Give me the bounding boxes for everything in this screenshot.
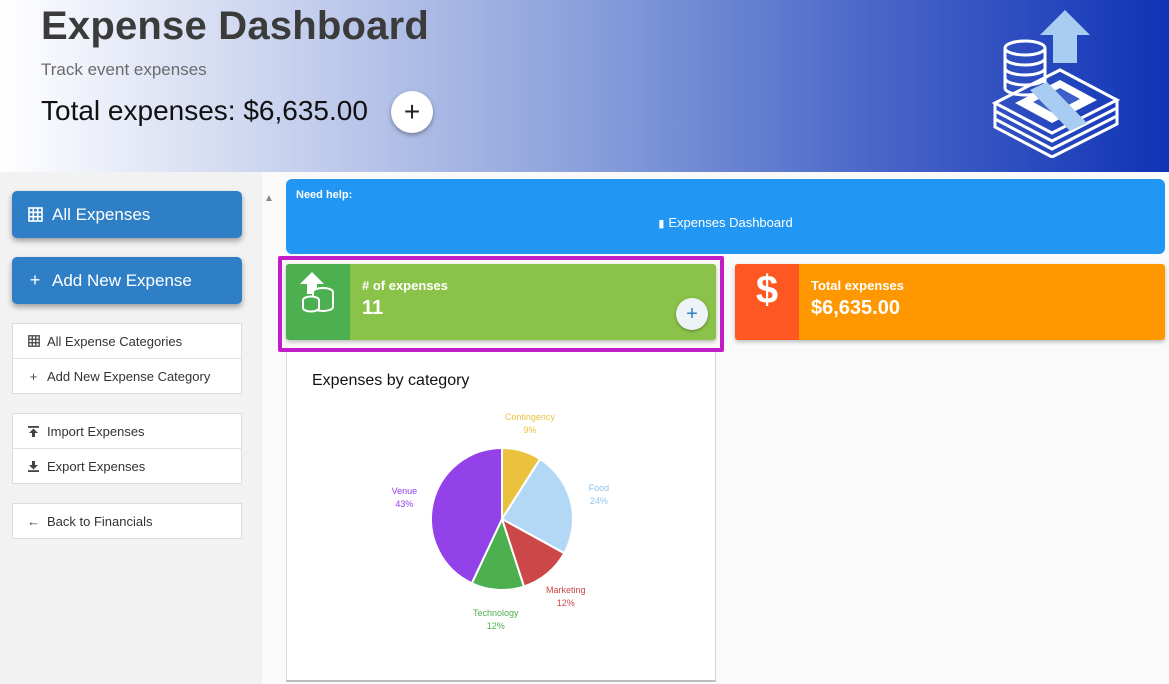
download-icon: [27, 460, 40, 472]
sidebar-item-export-expenses[interactable]: Export Expenses: [13, 449, 241, 483]
pie-label-technology: Technology: [473, 608, 519, 618]
total-expenses-card: $ Total expenses $6,635.00: [735, 264, 1165, 340]
pie-label-food: Food: [589, 483, 610, 493]
arrow-left-icon: ←: [27, 513, 40, 529]
add-new-expense-button[interactable]: + Add New Expense: [12, 257, 242, 304]
header-banner: Expense Dashboard Track event expenses T…: [0, 0, 1169, 172]
chart-title: Expenses by category: [312, 372, 470, 389]
book-icon: ▮: [658, 218, 665, 230]
pie-percent-technology: 12%: [487, 621, 505, 631]
pie-percent-contingency: 9%: [523, 425, 536, 435]
sidebar-item-back-to-financials[interactable]: ← Back to Financials: [13, 504, 241, 538]
grid-icon: [27, 335, 40, 347]
expenses-by-category-panel: Contingency 9% Food 24% Marketing 12% Technolo…: [286, 352, 716, 682]
header-add-expense-button[interactable]: +: [391, 91, 433, 133]
sidebar-item-all-expense-categories[interactable]: All Expense Categories: [13, 324, 241, 359]
help-banner: Need help: ▮ Expenses Dashboard: [286, 179, 1165, 254]
plus-icon: +: [29, 270, 41, 290]
pie-percent-marketing: 12%: [557, 598, 575, 608]
sidebar-item-label: Import Expenses: [47, 423, 145, 439]
pie-label-venue: Venue: [392, 486, 418, 496]
money-stack-upload-icon: [991, 10, 1121, 158]
add-new-expense-label: Add New Expense: [52, 270, 192, 290]
plus-icon: +: [403, 96, 421, 127]
help-dashboard-link[interactable]: ▮ Expenses Dashboard: [286, 215, 1165, 230]
pie-percent-food: 24%: [590, 496, 608, 506]
scroll-up-arrow[interactable]: ▲: [263, 194, 275, 204]
import-export-menu: Import Expenses Export Expenses: [12, 413, 242, 484]
highlight-frame: [278, 256, 724, 352]
total-expenses-value: $6,635.00: [811, 297, 900, 319]
category-menu: All Expense Categories + Add New Expense…: [12, 323, 242, 394]
sidebar-item-label: Back to Financials: [47, 513, 153, 529]
plus-icon: +: [29, 368, 38, 384]
pie-label-contingency: Contingency: [505, 412, 556, 422]
page-subtitle: Track event expenses: [41, 60, 207, 79]
total-expenses-label: Total expenses: [811, 278, 904, 293]
help-link-text: Expenses Dashboard: [668, 215, 793, 230]
upload-icon: [27, 425, 40, 437]
all-expenses-label: All Expenses: [52, 204, 151, 224]
back-menu: ← Back to Financials: [12, 503, 242, 539]
card-icon-box: $: [735, 264, 799, 340]
help-label: Need help:: [296, 189, 353, 201]
pie-label-marketing: Marketing: [546, 585, 586, 595]
grid-icon: [26, 207, 44, 222]
pie-percent-venue: 43%: [395, 499, 413, 509]
sidebar-item-label: Export Expenses: [47, 458, 146, 474]
header-total-expenses: Total expenses: $6,635.00: [41, 95, 368, 126]
sidebar-item-import-expenses[interactable]: Import Expenses: [13, 414, 241, 449]
all-expenses-button[interactable]: All Expenses: [12, 191, 242, 238]
page-title: Expense Dashboard: [41, 4, 429, 48]
sidebar-item-add-new-expense-category[interactable]: + Add New Expense Category: [13, 359, 241, 393]
pie-chart: Contingency 9% Food 24% Marketing 12% Technolo…: [392, 412, 610, 631]
sidebar-item-label: All Expense Categories: [47, 333, 183, 349]
sidebar-item-label: Add New Expense Category: [47, 368, 211, 384]
dollar-icon: $: [755, 268, 779, 312]
